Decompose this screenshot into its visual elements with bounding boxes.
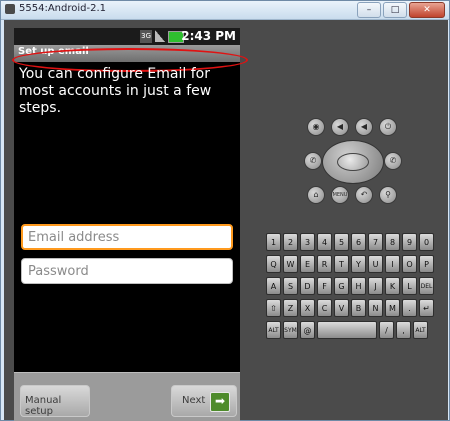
key[interactable]: V <box>334 299 349 317</box>
key[interactable]: 2 <box>283 233 298 251</box>
volume-down-button[interactable]: ◀ <box>331 118 349 136</box>
email-field[interactable]: Email address <box>21 224 233 250</box>
key[interactable]: 4 <box>317 233 332 251</box>
menu-button[interactable]: MENU <box>331 186 349 204</box>
key[interactable]: Z <box>283 299 298 317</box>
signal-icon <box>155 30 165 42</box>
emulator-body: 3G 2:43 PM Set up email You can configur… <box>4 20 448 421</box>
key[interactable]: G <box>334 277 349 295</box>
shift-key[interactable]: ⇧ <box>266 299 281 317</box>
key[interactable]: 0 <box>419 233 434 251</box>
key[interactable]: W <box>283 255 298 273</box>
right-arrow-icon: ➡ <box>210 392 230 412</box>
key[interactable]: . <box>402 299 417 317</box>
keyboard-row-1: 1 2 3 4 5 6 7 8 9 0 <box>266 233 442 253</box>
key[interactable]: A <box>266 277 281 295</box>
key[interactable]: 3 <box>300 233 315 251</box>
alt-key[interactable]: ALT <box>266 321 281 339</box>
key[interactable]: , <box>396 321 411 339</box>
key[interactable]: N <box>368 299 383 317</box>
key[interactable]: I <box>385 255 400 273</box>
status-time: 2:43 PM <box>181 29 236 43</box>
enter-key[interactable]: ↵ <box>419 299 434 317</box>
manual-setup-label: Manual setup <box>25 395 62 417</box>
back-button[interactable]: ↶ <box>355 186 373 204</box>
key[interactable]: D <box>300 277 315 295</box>
maximize-button[interactable]: □ <box>383 2 407 18</box>
home-button[interactable]: ⌂ <box>307 186 325 204</box>
key[interactable]: X <box>300 299 315 317</box>
password-field[interactable]: Password <box>21 258 233 284</box>
keyboard-row-5: ALT SYM @ / , ALT <box>266 321 442 341</box>
title-bar: 5554:Android-2.1 – □ ✕ <box>1 1 449 20</box>
key[interactable]: C <box>317 299 332 317</box>
key[interactable]: B <box>351 299 366 317</box>
close-button[interactable]: ✕ <box>409 2 445 18</box>
manual-setup-button[interactable]: Manual setup <box>20 385 90 417</box>
key[interactable]: Q <box>266 255 281 273</box>
key[interactable]: / <box>379 321 394 339</box>
key[interactable]: J <box>368 277 383 295</box>
dpad-center[interactable] <box>337 153 369 171</box>
next-label: Next <box>182 395 206 406</box>
emulator-window: 5554:Android-2.1 – □ ✕ 3G 2:43 PM Set up… <box>0 0 450 421</box>
camera-button[interactable]: ◉ <box>307 118 325 136</box>
key[interactable]: 5 <box>334 233 349 251</box>
key[interactable]: Y <box>351 255 366 273</box>
key[interactable]: L <box>402 277 417 295</box>
key[interactable]: 7 <box>368 233 383 251</box>
bottom-button-bar: Manual setup Next ➡ <box>14 372 240 421</box>
sym-key[interactable]: SYM <box>283 321 298 339</box>
key[interactable]: 1 <box>266 233 281 251</box>
key[interactable]: O <box>402 255 417 273</box>
app-title-bar: Set up email <box>14 45 240 62</box>
space-key[interactable] <box>317 321 377 339</box>
key[interactable]: 8 <box>385 233 400 251</box>
key[interactable]: S <box>283 277 298 295</box>
key[interactable]: F <box>317 277 332 295</box>
keyboard-row-3: A S D F G H J K L DEL <box>266 277 442 297</box>
call-button[interactable]: ✆ <box>304 152 322 170</box>
key[interactable]: P <box>419 255 434 273</box>
app-title: Set up email <box>18 46 89 57</box>
key[interactable]: @ <box>300 321 315 339</box>
network-3g-indicator: 3G <box>140 30 152 43</box>
volume-up-button[interactable]: ◀ <box>355 118 373 136</box>
key[interactable]: K <box>385 277 400 295</box>
keyboard-row-2: Q W E R T Y U I O P <box>266 255 442 275</box>
phone-screen: 3G 2:43 PM Set up email You can configur… <box>12 28 248 421</box>
key[interactable]: T <box>334 255 349 273</box>
key[interactable]: 6 <box>351 233 366 251</box>
key[interactable]: H <box>351 277 366 295</box>
status-bar: 3G 2:43 PM <box>14 28 240 45</box>
key[interactable]: R <box>317 255 332 273</box>
key[interactable]: 9 <box>402 233 417 251</box>
search-button[interactable]: ⚲ <box>379 186 397 204</box>
emulator-icon <box>5 4 15 14</box>
end-call-button[interactable]: ✆ <box>384 152 402 170</box>
minimize-button[interactable]: – <box>357 2 381 18</box>
key[interactable]: E <box>300 255 315 273</box>
delete-key[interactable]: DEL <box>419 277 434 295</box>
intro-text: You can configure Email for most account… <box>19 66 212 116</box>
next-button[interactable]: Next ➡ <box>171 385 237 417</box>
dpad[interactable] <box>322 140 384 184</box>
alt-key[interactable]: ALT <box>413 321 428 339</box>
key[interactable]: U <box>368 255 383 273</box>
hardware-keyboard: 1 2 3 4 5 6 7 8 9 0 Q W E R T Y U I O P … <box>266 233 442 341</box>
key[interactable]: M <box>385 299 400 317</box>
window-title: 5554:Android-2.1 <box>19 3 106 14</box>
power-button[interactable]: ⏻ <box>379 118 397 136</box>
keyboard-row-4: ⇧ Z X C V B N M . ↵ <box>266 299 442 319</box>
